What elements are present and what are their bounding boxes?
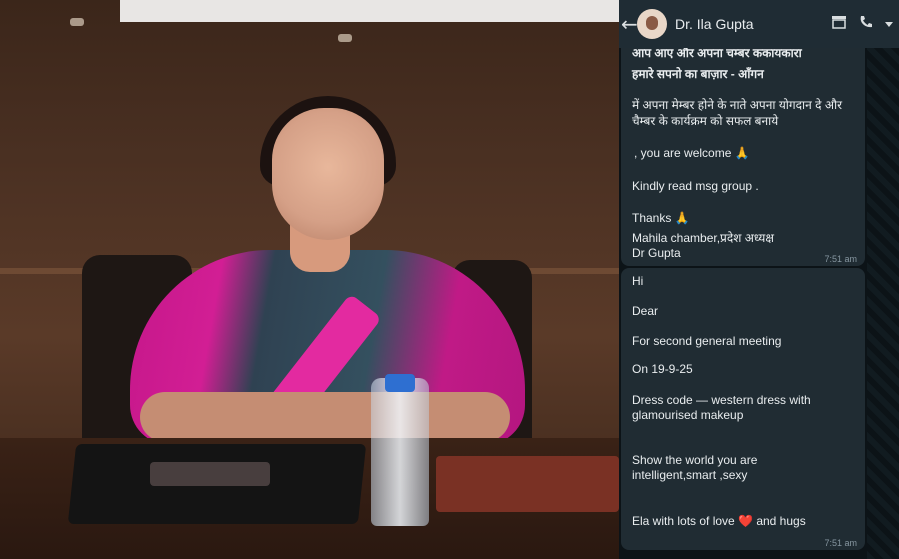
message-line: Ela with lots of love ❤️ and hugs — [632, 514, 806, 528]
wall-screw — [70, 18, 84, 26]
wall-screw — [338, 34, 352, 42]
contact-name[interactable]: Dr. Ila Gupta — [675, 16, 825, 32]
message-bubble[interactable]: Hi Dear For second general meeting On 19… — [621, 268, 865, 550]
message-line: Dr Gupta — [632, 246, 681, 260]
message-line: On 19-9-25 — [632, 362, 693, 376]
message-line: , you are welcome 🙏 — [634, 146, 750, 160]
message-bubble[interactable]: आप आए और अपना चम्बर ककायकारा हमारे सपनो … — [621, 38, 865, 266]
message-time: 7:51 am — [824, 538, 857, 548]
chat-header: ← Dr. Ila Gupta — [619, 0, 899, 48]
brown-folder — [436, 456, 619, 512]
message-line: glamourised makeup — [632, 408, 744, 422]
ceiling-light — [120, 0, 619, 22]
folder-logo — [150, 462, 270, 486]
dropdown-icon[interactable] — [885, 16, 893, 32]
back-arrow-icon[interactable]: ← — [621, 12, 638, 36]
message-line: Show the world you are — [632, 453, 758, 467]
chat-panel: आप आए और अपना चम्बर ककायकारा हमारे सपनो … — [619, 0, 899, 559]
message-time: 7:51 am — [824, 254, 857, 264]
message-line: Dear — [632, 304, 659, 318]
chat-wallpaper — [867, 48, 899, 559]
water-bottle — [371, 378, 429, 526]
message-line: में अपना मेम्बर होने के नाते अपना योगदान… — [632, 98, 843, 112]
store-icon[interactable] — [831, 15, 847, 33]
person-face — [272, 108, 384, 240]
message-line: intelligent,smart ,sexy — [632, 468, 748, 482]
message-line: हमारे सपनो का बाज़ार - आँगन — [632, 67, 764, 81]
message-line: Thanks 🙏 — [632, 211, 690, 225]
message-line: Mahila chamber,प्रदेश अध्यक्ष — [632, 231, 774, 245]
message-line: Dress code — western dress with — [632, 393, 811, 407]
avatar[interactable] — [637, 9, 667, 39]
photo-panel — [0, 0, 619, 559]
bottle-cap — [385, 374, 415, 392]
message-line: Kindly read msg group . — [632, 179, 759, 193]
message-line: For second general meeting — [632, 334, 782, 348]
message-line: चैम्बर के कार्यक्रम को सफल बनाये — [632, 114, 779, 128]
person-hands — [140, 392, 510, 442]
call-icon[interactable] — [859, 15, 873, 33]
message-line: Hi — [632, 274, 644, 288]
